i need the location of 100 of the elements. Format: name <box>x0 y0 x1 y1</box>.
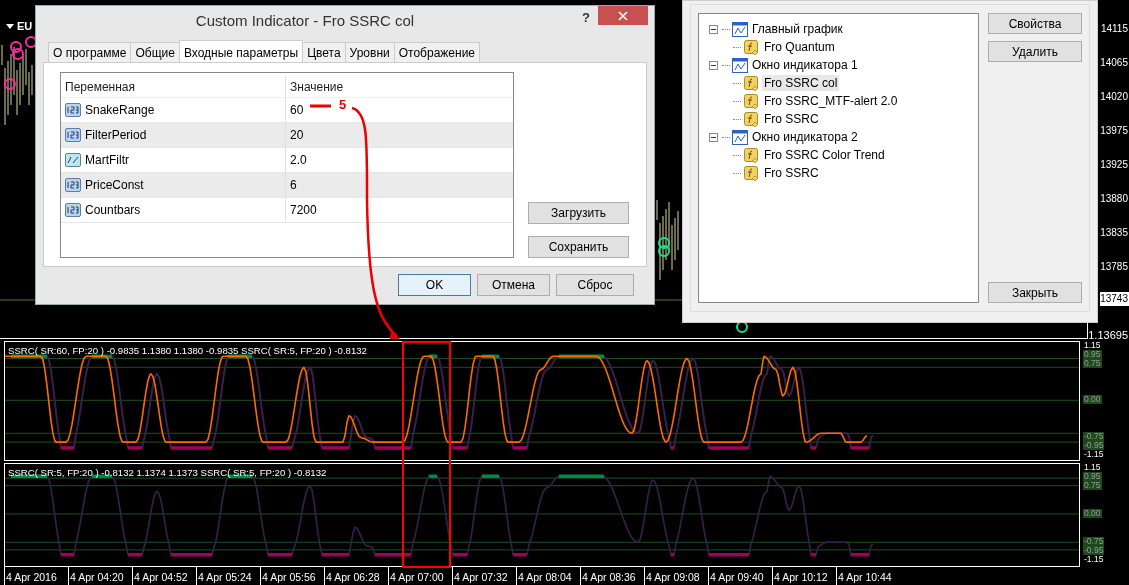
tree-item[interactable]: Fro SSRC <box>762 111 821 127</box>
time-label: 4 Apr 08:04 <box>516 567 580 585</box>
list-button[interactable]: Свойства <box>988 13 1082 34</box>
price-label: 13975 <box>1100 124 1129 138</box>
side-button[interactable]: Сохранить <box>528 236 629 258</box>
tree-item[interactable]: Fro SSRC <box>762 165 821 181</box>
price-label: 13835 <box>1100 226 1129 240</box>
collapse-toggle[interactable] <box>709 132 718 142</box>
parameter-value[interactable]: 60 <box>290 103 304 117</box>
function-icon <box>744 39 759 55</box>
help-button[interactable]: ? <box>574 6 598 25</box>
tab[interactable]: Цвета <box>302 42 346 62</box>
chart-window-icon <box>732 57 748 73</box>
collapse-toggle[interactable] <box>709 60 718 70</box>
price-label: 13925 <box>1100 158 1129 172</box>
parameter-name: FilterPeriod <box>85 128 147 142</box>
close-icon <box>618 10 628 21</box>
level-label: 0.75 <box>1083 358 1102 368</box>
function-icon <box>744 111 759 127</box>
minus-icon <box>711 26 716 32</box>
time-label: 4 Apr 09:40 <box>708 567 772 585</box>
level-label: 0.95 <box>1083 349 1102 359</box>
parameter-value[interactable]: 6 <box>290 178 297 192</box>
parameter-name: SnakeRange <box>85 103 155 117</box>
time-label: 4 Apr 10:12 <box>772 567 836 585</box>
price-label: 14065 <box>1100 56 1129 70</box>
level-label: 0.00 <box>1083 394 1102 404</box>
level-label: -0.75 <box>1083 537 1105 547</box>
column-header: Значение <box>289 79 345 94</box>
number-icon <box>65 127 81 143</box>
price-label: 1.13695 <box>1088 328 1128 341</box>
annotation-dash <box>310 104 331 108</box>
parameter-name: MartFiltr <box>85 153 129 167</box>
tab[interactable]: Отображение <box>393 42 480 62</box>
level-label: -0.95 <box>1083 440 1105 450</box>
tree-item[interactable]: Главный график <box>750 21 845 37</box>
tree-item[interactable]: Окно индикатора 1 <box>750 57 860 73</box>
time-label: 4 Apr 05:24 <box>196 567 260 585</box>
window-title: Custom Indicator - Fro SSRC col <box>194 11 416 29</box>
time-label: 4 Apr 04:52 <box>132 567 196 585</box>
price-label: 13785 <box>1100 260 1129 274</box>
time-label: 4 Apr 2016 <box>4 567 68 585</box>
dialog-button[interactable]: OK <box>398 274 471 296</box>
tab[interactable]: Входные параметры <box>178 40 304 62</box>
time-label: 4 Apr 08:36 <box>580 567 644 585</box>
level-label: 0.00 <box>1083 508 1102 518</box>
dialog-button[interactable]: Отмена <box>477 274 550 296</box>
price-label: 13880 <box>1100 192 1129 206</box>
time-label: 4 Apr 07:00 <box>388 567 452 585</box>
number-icon <box>65 177 81 193</box>
level-label: 1.15 <box>1083 463 1102 473</box>
minus-icon <box>711 134 716 140</box>
indicator-legend: SSRC( SR:5, FP:20 ) -0.8132 1.1374 1.1373 SSRC( SR:5, FP:20 ) -0.8132 <box>8 467 327 479</box>
annotation-label: 5 <box>339 97 347 112</box>
minus-icon <box>711 62 716 68</box>
dialog-button[interactable]: Сброс <box>556 274 634 296</box>
indicator-legend: SSRC( SR:60, FP:20 ) -0.9835 1.1380 1.1380 -0.9835 SSRC( SR:5, FP:20 ) -0.8132 <box>8 344 367 356</box>
function-icon <box>744 75 759 91</box>
close-button[interactable] <box>598 6 648 25</box>
parameter-value[interactable]: 7200 <box>290 203 317 217</box>
close-button[interactable]: Закрыть <box>988 282 1082 303</box>
symbol-label: EU <box>17 20 33 32</box>
current-price-label: 13743 <box>1100 292 1129 306</box>
parameter-value[interactable]: 20 <box>290 128 304 142</box>
tree-item[interactable]: Fro SSRC_MTF-alert 2.0 <box>762 93 900 109</box>
chart-window-icon <box>732 129 748 145</box>
level-label: 0.75 <box>1083 481 1102 491</box>
tree-item[interactable]: Fro SSRC col <box>762 75 840 91</box>
number-icon <box>65 102 81 118</box>
parameter-name: Countbars <box>85 203 141 217</box>
chart-window-icon <box>732 21 748 37</box>
tree-item[interactable]: Окно индикатора 2 <box>750 129 860 145</box>
list-button[interactable]: Удалить <box>988 41 1082 62</box>
circle-marker <box>736 321 748 333</box>
tab[interactable]: Общие <box>130 42 180 62</box>
time-label: 4 Apr 06:28 <box>324 567 388 585</box>
time-label: 4 Apr 04:20 <box>68 567 132 585</box>
level-label: -1.15 <box>1083 449 1105 459</box>
level-label: -0.75 <box>1083 431 1105 441</box>
tree-item[interactable]: Fro Quantum <box>762 39 837 55</box>
time-label: 4 Apr 05:56 <box>260 567 324 585</box>
collapse-toggle[interactable] <box>709 24 718 34</box>
time-label: 4 Apr 10:44 <box>836 567 900 585</box>
caret-icon[interactable] <box>6 23 14 29</box>
parameter-value[interactable]: 2.0 <box>290 153 307 167</box>
side-button[interactable]: Загрузить <box>528 202 629 224</box>
price-label: 14020 <box>1100 90 1129 104</box>
column-header: Переменная <box>65 79 135 94</box>
level-label: 0.95 <box>1083 472 1102 482</box>
tree-item[interactable]: Fro SSRC Color Trend <box>762 147 887 163</box>
parameter-name: PriceConst <box>85 178 144 192</box>
level-label: -1.15 <box>1083 555 1105 565</box>
number-icon <box>65 202 81 218</box>
level-label: 1.15 <box>1083 340 1102 350</box>
function-icon <box>744 147 759 163</box>
time-label: 4 Apr 09:08 <box>644 567 708 585</box>
price-label: 14115 <box>1100 22 1129 36</box>
tab[interactable]: Уровни <box>344 42 395 62</box>
tab[interactable]: О программе <box>48 42 132 62</box>
time-label: 4 Apr 07:32 <box>452 567 516 585</box>
